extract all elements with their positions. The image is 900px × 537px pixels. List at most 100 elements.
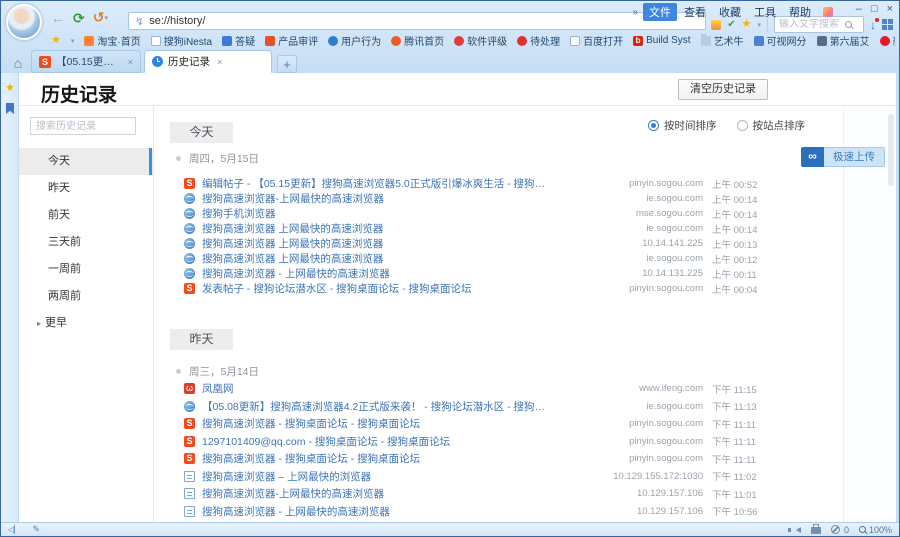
minimize-button[interactable]: – [856, 2, 862, 16]
history-row[interactable]: 搜狗高速浏览器 上网最快的高速浏览器10.14.141.225上午 00:13 [184, 236, 776, 251]
history-title-link[interactable]: 搜狗高速浏览器 - 上网最快的高速浏览器 [202, 266, 551, 281]
history-row[interactable]: 【05.08更新】搜狗高速浏览器4.2正式版来袭！ - 搜狗论坛潜水区 - 搜狗… [184, 398, 776, 416]
user-avatar[interactable] [6, 4, 42, 40]
favorites-panel-icon[interactable]: ★ [5, 81, 15, 94]
upload-widget[interactable]: ∞ 极速上传 [801, 147, 885, 167]
sidebar-item-今天[interactable]: 今天 [19, 148, 153, 175]
history-title-link[interactable]: 搜狗高速浏览器 - 搜狗桌面论坛 - 搜狗桌面论坛 [202, 416, 551, 431]
tab-close-icon[interactable]: × [217, 57, 222, 67]
history-title-link[interactable]: 搜狗高速浏览器 - 上网最快的高速浏览器 [202, 504, 551, 519]
history-title-link[interactable]: 【05.08更新】搜狗高速浏览器4.2正式版来袭！ - 搜狗论坛潜水区 - 搜狗… [202, 399, 551, 414]
bookmark-item[interactable]: 待处理 [517, 33, 560, 48]
bookmark-item[interactable]: 新浪首页 [880, 33, 895, 48]
bookmark-item[interactable]: 软件评级 [454, 33, 507, 48]
refresh-icon[interactable]: ⟳ [73, 10, 85, 26]
history-title-link[interactable]: 搜狗高速浏览器 - 搜狗桌面论坛 - 搜狗桌面论坛 [202, 451, 551, 466]
menu-item-查看[interactable]: 查看 [678, 3, 712, 21]
menu-item-帮助[interactable]: 帮助 [783, 3, 817, 21]
history-title-link[interactable]: 发表帖子 - 搜狗论坛潜水区 - 搜狗桌面论坛 - 搜狗桌面论坛 [202, 281, 551, 296]
menu-overflow-icon[interactable]: » [632, 7, 638, 18]
history-row[interactable]: ω凤凰网www.ifeng.com下午 11:15 [184, 380, 776, 398]
history-title-link[interactable]: 搜狗高速浏览器 – 上网最快的浏览器 [202, 469, 551, 484]
sidebar-item-三天前[interactable]: 三天前 [19, 229, 153, 256]
bookmark-flag-icon[interactable] [6, 103, 14, 114]
close-button[interactable]: × [887, 2, 893, 16]
history-title-link[interactable]: 凤凰网 [202, 381, 551, 396]
history-row[interactable]: S发表帖子 - 搜狗论坛潜水区 - 搜狗桌面论坛 - 搜狗桌面论坛pinyin.… [184, 281, 776, 296]
bookmark-item[interactable]: 淘宝·首页 [84, 33, 140, 48]
sidebar-item-前天[interactable]: 前天 [19, 202, 153, 229]
history-title-link[interactable]: 搜狗高速浏览器-上网最快的高速浏览器 [202, 486, 551, 501]
bookmark-item[interactable]: 用户行为 [328, 33, 381, 48]
skin-theme-icon[interactable] [823, 7, 833, 17]
history-time: 下午 10:56 [712, 504, 776, 518]
tab-inactive[interactable]: S【05.15更新】搜狗高速浏...× [31, 50, 141, 73]
bookmark-item[interactable]: 百度打开 [570, 33, 623, 48]
history-row[interactable]: S搜狗高速浏览器 - 搜狗桌面论坛 - 搜狗桌面论坛pinyin.sogou.c… [184, 415, 776, 433]
bookmark-item[interactable]: 产品审评 [265, 33, 318, 48]
home-button[interactable]: ⌂ [5, 53, 31, 73]
new-tab-button[interactable]: + [277, 55, 297, 73]
history-search-input[interactable] [30, 117, 136, 135]
tabs: S【05.15更新】搜狗高速浏...×历史记录× [31, 50, 275, 73]
bookmark-item[interactable]: 腾讯首页 [391, 33, 444, 48]
history-row[interactable]: 搜狗手机浏览器mse.sogou.com上午 00:14 [184, 206, 776, 221]
speaker-icon[interactable] [796, 527, 801, 533]
upload-button[interactable]: 极速上传 [824, 147, 885, 167]
history-title-link[interactable]: 搜狗高速浏览器-上网最快的高速浏览器 [202, 191, 551, 206]
bookmark-item[interactable]: bBuild Syst [633, 35, 690, 46]
sidebar-toggle-icon[interactable]: ◁▏ [8, 525, 20, 534]
download-tray-icon[interactable] [811, 527, 821, 534]
history-row[interactable]: S编辑帖子 - 【05.15更新】搜狗高速浏览器5.0正式版引爆冰爽生活 - 搜… [184, 176, 776, 191]
tab-active[interactable]: 历史记录× [144, 50, 272, 73]
history-title-link[interactable]: 1297101409@qq.com - 搜狗桌面论坛 - 搜狗桌面论坛 [202, 434, 551, 449]
binoculars-icon[interactable]: ∞ [801, 147, 824, 167]
history-row[interactable]: 搜狗高速浏览器-上网最快的高速浏览器10.129.157.106下午 11:01 [184, 485, 776, 503]
history-row[interactable]: S搜狗高速浏览器 - 搜狗桌面论坛 - 搜狗桌面论坛pinyin.sogou.c… [184, 450, 776, 468]
bookmarks-dropdown-icon[interactable]: ▾ [71, 37, 75, 45]
clear-history-button[interactable]: 清空历史记录 [678, 79, 768, 100]
sidebar-item-一周前[interactable]: 一周前 [19, 256, 153, 283]
expand-arrow-icon[interactable]: ▸ [37, 319, 41, 328]
history-row[interactable]: 搜狗高速浏览器 上网最快的高速浏览器ie.sogou.com上午 00:14 [184, 221, 776, 236]
download-manager-icon[interactable]: ↓ [870, 19, 876, 31]
restore-button[interactable]: □ [871, 2, 878, 16]
menu-item-工具[interactable]: 工具 [748, 3, 782, 21]
history-row[interactable]: 搜狗高速浏览器 - 上网最快的高速浏览器10.14.131.225上午 00:1… [184, 266, 776, 281]
bookmark-item[interactable]: 搜狗iNesta [151, 33, 212, 48]
search-icon[interactable] [845, 21, 852, 28]
bookmark-item[interactable]: 艺术牛 [701, 33, 744, 48]
history-title-link[interactable]: 编辑帖子 - 【05.15更新】搜狗高速浏览器5.0正式版引爆冰爽生活 - 搜狗… [202, 176, 551, 191]
history-row[interactable]: 搜狗高速浏览器 - 上网最快的高速浏览器10.129.157.106下午 10:… [184, 503, 776, 521]
undo-icon[interactable]: ↺▾ [93, 9, 108, 27]
sidebar-item-两周前[interactable]: 两周前 [19, 283, 153, 310]
history-row[interactable]: 搜狗高速浏览器 – 上网最快的浏览器10.129.155.172:1030下午 … [184, 468, 776, 486]
zoom-icon[interactable] [859, 526, 866, 533]
skin-icon[interactable] [711, 20, 721, 30]
bookmark-item[interactable]: 第六届艾 [817, 33, 870, 48]
history-title-link[interactable]: 搜狗手机浏览器 [202, 206, 551, 221]
history-row[interactable]: 搜狗高速浏览器-上网最快的高速浏览器ie.sogou.com上午 00:14 [184, 191, 776, 206]
feedback-icon[interactable]: ✎ [32, 524, 40, 535]
bookmarks-star-icon[interactable]: ★ [51, 35, 61, 46]
adblock-icon[interactable] [831, 525, 840, 534]
menu-item-文件[interactable]: 文件 [643, 3, 677, 21]
back-icon[interactable]: ← [51, 10, 65, 26]
undo-dropdown-icon[interactable]: ▾ [104, 15, 108, 22]
bookmark-item[interactable]: 答疑 [222, 33, 255, 48]
history-row[interactable]: S1297101409@qq.com - 搜狗桌面论坛 - 搜狗桌面论坛piny… [184, 433, 776, 451]
zoom-control[interactable]: 100% [859, 525, 892, 535]
menu-item-收藏[interactable]: 收藏 [713, 3, 747, 21]
favorites-dropdown-icon[interactable]: ▾ [757, 21, 761, 29]
sidebar-item-更早[interactable]: ▸更早 [19, 310, 153, 337]
history-row[interactable]: 搜狗高速浏览器 上网最快的高速浏览器ie.sogou.com上午 00:12 [184, 251, 776, 266]
tab-close-icon[interactable]: × [128, 57, 133, 67]
history-title-link[interactable]: 搜狗高速浏览器 上网最快的高速浏览器 [202, 221, 551, 236]
history-title-link[interactable]: 搜狗高速浏览器 上网最快的高速浏览器 [202, 236, 551, 251]
history-title-link[interactable]: 搜狗高速浏览器 上网最快的高速浏览器 [202, 251, 551, 266]
sidebar-item-昨天[interactable]: 昨天 [19, 175, 153, 202]
address-bar[interactable]: ↯ se://history/ [128, 12, 706, 30]
bookmark-item[interactable]: 可视网分 [754, 33, 807, 48]
security-check-icon[interactable]: ✔ [727, 20, 735, 30]
apps-grid-icon[interactable] [882, 19, 893, 30]
